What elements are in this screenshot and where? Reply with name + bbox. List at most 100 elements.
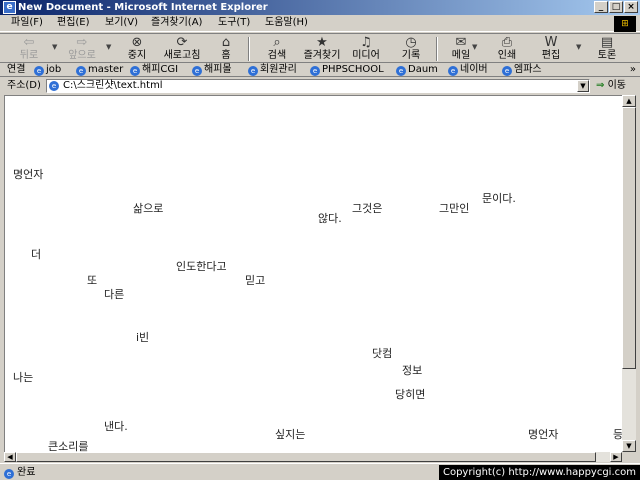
vertical-scrollbar[interactable]: ▲ ▼ [622, 95, 636, 452]
ie-icon: e [3, 1, 16, 14]
status-text: e 완료 [4, 466, 35, 479]
page-word: 문이다. [482, 192, 516, 205]
link-phpschool[interactable]: e PHPSCHOOL [310, 63, 384, 77]
scrollbar-corner [622, 452, 636, 462]
back-arrow-icon: ⇦ [23, 35, 35, 50]
vertical-scroll-thumb[interactable] [622, 107, 636, 369]
page-word: 큰소리를 [48, 440, 89, 452]
go-arrow-icon: ⇒ [596, 80, 605, 91]
minimize-button[interactable]: _ [594, 1, 608, 13]
page-word: 않다. [318, 212, 342, 225]
back-dropdown-icon[interactable]: ▼ [52, 43, 57, 51]
home-button[interactable]: ⌂ 홈 [214, 36, 238, 62]
home-icon: ⌂ [221, 35, 231, 50]
word-edit-icon: W [544, 35, 558, 50]
forward-dropdown-icon[interactable]: ▼ [106, 43, 111, 51]
link-happymall[interactable]: e 해피몰 [192, 63, 232, 77]
copyright-banner: Copyright(c) http://www.happycgi.com [438, 465, 640, 480]
toolbar-separator [436, 37, 438, 61]
stop-icon: ⊗ [131, 35, 143, 50]
ie-page-icon: e [310, 66, 320, 76]
link-master[interactable]: e master [76, 63, 123, 77]
scroll-right-icon[interactable]: ▶ [610, 452, 622, 462]
links-more-icon[interactable]: » [630, 63, 636, 76]
menu-favorites[interactable]: 즐겨찾기(A) [148, 16, 205, 30]
ie-page-icon: e [396, 66, 406, 76]
page-word: 당히면 [395, 388, 426, 401]
page-word: 정보 [402, 364, 423, 377]
discuss-button[interactable]: ▤ 토론 [592, 36, 622, 62]
ie-page-icon: e [192, 66, 202, 76]
scroll-up-icon[interactable]: ▲ [622, 95, 636, 107]
address-label: 주소(D) [7, 80, 41, 91]
page-word: 닷컴 [372, 347, 393, 360]
link-happycgi[interactable]: e 해피CGI [130, 63, 178, 77]
windows-logo-icon: ⊞ [614, 16, 636, 32]
page-word: i빈 [136, 331, 150, 344]
page-word: 그것은 [352, 202, 383, 215]
menu-help[interactable]: 도움말(H) [262, 16, 311, 30]
ie-page-icon: e [34, 66, 44, 76]
search-icon: ⌕ [273, 35, 281, 50]
refresh-icon: ⟳ [176, 35, 188, 50]
page-word: 낸다. [104, 420, 128, 433]
link-empas[interactable]: e 엠파스 [502, 63, 542, 77]
page-word: 그만인 [439, 202, 470, 215]
horizontal-scroll-thumb[interactable] [16, 452, 596, 462]
maximize-button[interactable]: □ [609, 1, 623, 13]
ie-page-icon: e [49, 81, 59, 91]
links-label: 연결 [7, 64, 26, 75]
link-daum[interactable]: e Daum [396, 63, 438, 77]
print-button[interactable]: ⎙ 인쇄 [492, 36, 522, 62]
history-button[interactable]: ◷ 기록 [396, 36, 426, 62]
ie-page-icon: e [448, 66, 458, 76]
scroll-down-icon[interactable]: ▼ [622, 440, 636, 452]
refresh-button[interactable]: ⟳ 새로고침 [160, 36, 204, 62]
address-input[interactable]: e C:\스크린샷\text.html ▼ [46, 79, 590, 93]
mail-dropdown-icon[interactable]: ▼ [472, 43, 477, 51]
ie-page-icon: e [76, 66, 86, 76]
printer-icon: ⎙ [501, 35, 513, 50]
horizontal-scrollbar[interactable]: ◀ ▶ [4, 452, 622, 462]
menu-edit[interactable]: 편집(E) [54, 16, 93, 30]
ie-page-icon: e [502, 66, 512, 76]
edit-dropdown-icon[interactable]: ▼ [576, 43, 581, 51]
page-word: 명언자 [13, 168, 44, 181]
favorites-icon: ★ [316, 35, 328, 50]
link-member[interactable]: e 회원관리 [248, 63, 297, 77]
address-dropdown-icon[interactable]: ▼ [577, 80, 589, 92]
links-bar: 연결 e job e master e 해피CGI e 해피몰 e 회원관리 e PHPSC… [0, 63, 640, 77]
search-button[interactable]: ⌕ 검색 [262, 36, 292, 62]
forward-button[interactable]: ⇨ 앞으로 [62, 36, 102, 62]
forward-arrow-icon: ⇨ [76, 35, 88, 50]
link-naver[interactable]: e 네이버 [448, 63, 488, 77]
menu-bar: 파일(F) 편집(E) 보기(V) 즐겨찾기(A) 도구(T) 도움말(H) [0, 15, 640, 32]
close-button[interactable]: × [624, 1, 638, 13]
ie-page-icon: e [130, 66, 140, 76]
menu-file[interactable]: 파일(F) [8, 16, 46, 30]
edit-button[interactable]: W 편집 [536, 36, 566, 62]
scroll-left-icon[interactable]: ◀ [4, 452, 16, 462]
page-word: 인도한다고 [176, 260, 227, 273]
mail-icon: ✉ [455, 35, 467, 50]
favorites-button[interactable]: ★ 즐겨찾기 [300, 36, 344, 62]
page-word: 삶으로 [133, 202, 164, 215]
page-word: 나는 [13, 371, 34, 384]
menu-tools[interactable]: 도구(T) [215, 16, 253, 30]
window-controls: _ □ × [594, 1, 638, 13]
toolbar-separator [248, 37, 250, 61]
discuss-icon: ▤ [600, 35, 614, 50]
media-button[interactable]: ♫ 미디어 [348, 36, 384, 62]
page-word: 믿고 [245, 274, 266, 287]
menu-view[interactable]: 보기(V) [102, 16, 141, 30]
page-content: 명언자 삶으로 그것은 그만인 문이다. 않다. 더 인도한다고 믿고 또 다른… [4, 95, 622, 452]
ie-page-icon: e [248, 66, 258, 76]
history-icon: ◷ [405, 35, 417, 50]
page-word: 등 [613, 428, 622, 441]
address-value: C:\스크린샷\text.html [63, 80, 163, 91]
link-job[interactable]: e job [34, 63, 61, 77]
go-button[interactable]: ⇒ 이동 [596, 79, 626, 93]
back-button[interactable]: ⇦ 뒤로 [12, 36, 46, 62]
stop-button[interactable]: ⊗ 중지 [120, 36, 154, 62]
address-bar: 주소(D) e C:\스크린샷\text.html ▼ ⇒ 이동 [0, 78, 640, 94]
